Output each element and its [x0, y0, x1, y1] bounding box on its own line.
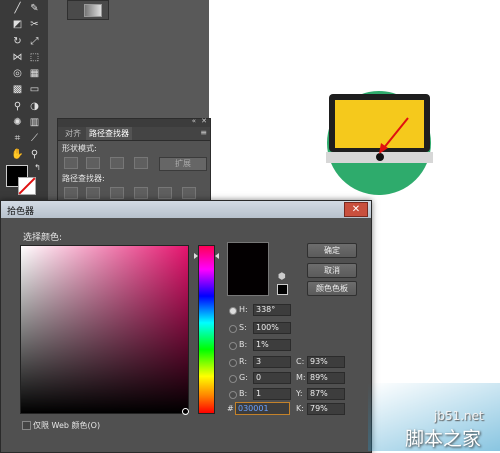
collapse-icon[interactable]: « [192, 117, 196, 125]
pencil-tool-icon[interactable]: ✎ [27, 2, 42, 15]
hand-tool-icon[interactable]: ✋ [10, 148, 25, 161]
document-thumbnail[interactable] [67, 0, 109, 20]
watermark-brand: 脚本之家 [405, 428, 482, 450]
hue-input[interactable]: 338° [253, 304, 291, 316]
trim-button[interactable] [86, 187, 100, 199]
web-safe-cube-icon[interactable]: ⬢ [278, 272, 286, 282]
hex-input[interactable]: 030001 [235, 402, 290, 415]
column-graph-tool-icon[interactable]: ▥ [27, 116, 42, 129]
mesh-tool-icon[interactable]: ▩ [10, 83, 25, 96]
hue-slider-right-handle[interactable] [215, 253, 219, 259]
merge-button[interactable] [110, 187, 124, 199]
saturation-input[interactable]: 100% [253, 322, 291, 334]
hue-label: H: [239, 305, 248, 314]
blue-input[interactable]: 1 [253, 388, 291, 400]
hex-label: # [227, 404, 234, 413]
shape-modes-label: 形状模式: [62, 144, 97, 153]
tab-align[interactable]: 对齐 [62, 127, 84, 140]
gradient-thumbnail [84, 4, 102, 17]
hue-radio[interactable] [229, 307, 237, 315]
shape-builder-tool-icon[interactable]: ◎ [10, 67, 25, 80]
pathfinder-panel: « ✕ 对齐 路径查找器 ≡ 形状模式: 扩展 路径查找器: [57, 117, 211, 210]
panel-menu-icon[interactable]: ≡ [200, 128, 207, 137]
blue-label: B: [239, 389, 248, 398]
expand-button[interactable]: 扩展 [159, 157, 207, 171]
pathfinders-label: 路径查找器: [62, 174, 105, 183]
dialog-title: 拾色器 [7, 207, 35, 217]
color-picker-dialog: 拾色器 ✕ 选择颜色: ⬢ 确定 取消 颜色色板 H: 338° S: 100%… [0, 200, 372, 453]
black-input[interactable]: 79% [307, 403, 345, 415]
select-color-label: 选择颜色: [23, 233, 63, 243]
hue-slider[interactable] [198, 245, 215, 414]
gradient-tool-icon[interactable]: ▭ [27, 83, 42, 96]
tab-pathfinder[interactable]: 路径查找器 [86, 127, 132, 140]
saturation-brightness-field[interactable] [20, 245, 189, 414]
swap-colors-icon[interactable]: ↰ [30, 161, 45, 174]
web-only-label: 仅限 Web 颜色(O) [33, 421, 101, 430]
perspective-tool-icon[interactable]: ▦ [27, 67, 42, 80]
color-marker[interactable] [182, 408, 189, 415]
free-transform-tool-icon[interactable]: ⬚ [27, 51, 42, 64]
green-input[interactable]: 0 [253, 372, 291, 384]
red-radio[interactable] [229, 359, 237, 367]
scissors-tool-icon[interactable]: ✂ [27, 18, 42, 31]
magenta-label: M: [296, 373, 306, 382]
brush-tool-icon[interactable]: ╱ [10, 2, 25, 15]
ok-button[interactable]: 确定 [307, 243, 357, 258]
artboard-tool-icon[interactable]: ⌗ [10, 132, 25, 145]
none-slash-icon [18, 177, 36, 195]
saturation-label: S: [239, 323, 247, 332]
symbol-sprayer-tool-icon[interactable]: ✺ [10, 116, 25, 129]
watermark-site: jb51.net [434, 409, 484, 423]
red-arrow-icon [379, 117, 409, 154]
unite-button[interactable] [64, 157, 78, 169]
exclude-button[interactable] [134, 157, 148, 169]
new-color-preview [227, 242, 269, 296]
panel-tabs: 对齐 路径查找器 ≡ [58, 127, 210, 141]
width-tool-icon[interactable]: ⋈ [10, 51, 25, 64]
color-swatches-button[interactable]: 颜色色板 [307, 281, 357, 296]
magenta-input[interactable]: 89% [307, 372, 345, 384]
green-radio[interactable] [229, 375, 237, 383]
outline-button[interactable] [158, 187, 172, 199]
cyan-label: C: [296, 357, 305, 366]
brightness-input[interactable]: 1% [253, 339, 291, 351]
rotate-tool-icon[interactable]: ↻ [10, 35, 25, 48]
minus-front-button[interactable] [86, 157, 100, 169]
minus-back-button[interactable] [182, 187, 196, 199]
close-panel-icon[interactable]: ✕ [201, 117, 207, 125]
brightness-radio[interactable] [229, 342, 237, 350]
crop-button[interactable] [134, 187, 148, 199]
yellow-label: Y: [296, 389, 303, 398]
scale-tool-icon[interactable]: ⤢ [27, 35, 42, 48]
yellow-input[interactable]: 87% [307, 388, 345, 400]
green-label: G: [239, 373, 248, 382]
blend-tool-icon[interactable]: ◑ [27, 100, 42, 113]
black-label: K: [296, 404, 304, 413]
red-label: R: [239, 357, 248, 366]
cyan-input[interactable]: 93% [307, 356, 345, 368]
eraser-tool-icon[interactable]: ◩ [10, 18, 25, 31]
hue-slider-left-handle[interactable] [194, 253, 198, 259]
blue-radio[interactable] [229, 391, 237, 399]
web-safe-swatch[interactable] [277, 284, 288, 295]
dialog-titlebar[interactable]: 拾色器 ✕ [1, 201, 371, 218]
intersect-button[interactable] [110, 157, 124, 169]
panel-topbar[interactable]: « ✕ [58, 117, 210, 127]
web-only-checkbox[interactable] [22, 421, 31, 430]
saturation-radio[interactable] [229, 325, 237, 333]
eyedropper-tool-icon[interactable]: ⚲ [10, 100, 25, 113]
cancel-button[interactable]: 取消 [307, 263, 357, 278]
red-input[interactable]: 3 [253, 356, 291, 368]
zoom-tool-icon[interactable]: ⚲ [27, 148, 42, 161]
slice-tool-icon[interactable]: ⟋ [27, 132, 42, 145]
close-icon[interactable]: ✕ [344, 202, 368, 217]
brightness-label: B: [239, 340, 248, 349]
divide-button[interactable] [64, 187, 78, 199]
stroke-none-swatch[interactable] [18, 177, 36, 195]
